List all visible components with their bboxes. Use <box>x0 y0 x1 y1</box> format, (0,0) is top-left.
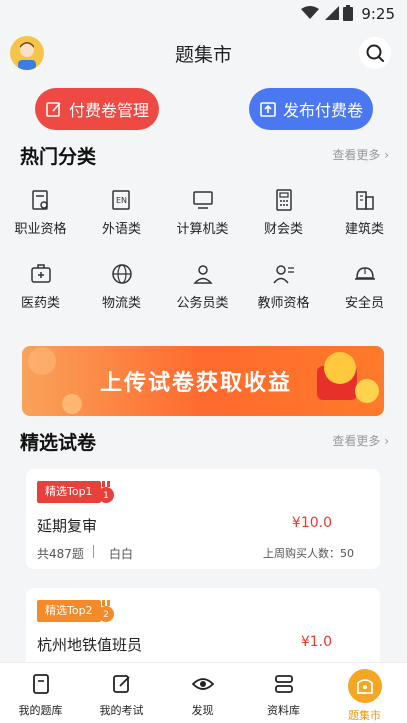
view-more-label: 查看更多 <box>332 148 381 162</box>
category-item[interactable]: 财会类 <box>243 188 324 244</box>
category-item[interactable]: 建筑类 <box>324 188 405 244</box>
app-header: 题集市 <box>0 28 407 78</box>
category-item[interactable]: 安全员 <box>324 262 405 318</box>
paper-card[interactable]: 精选Top2 2 杭州地铁值班员 ¥1.0 <box>26 588 380 668</box>
category-label: 教师资格 <box>257 296 310 311</box>
market-icon-bg <box>348 669 382 703</box>
tab-label: 发现 <box>191 704 214 717</box>
manage-label: 付费卷管理 <box>68 101 149 120</box>
book-icon <box>32 674 49 694</box>
category-label: 计算机类 <box>176 222 229 237</box>
market-icon <box>357 679 373 694</box>
category-label: 财会类 <box>263 222 303 237</box>
category-item[interactable]: 计算机类 <box>162 188 243 244</box>
category-item[interactable]: EN 外语类 <box>81 188 162 244</box>
eye-icon <box>191 678 214 690</box>
category-label: 公务员类 <box>176 296 229 311</box>
certificate-icon <box>31 190 48 210</box>
category-label: 职业资格 <box>14 222 67 237</box>
section-title: 精选试卷 <box>20 432 97 454</box>
clock: 9:25 <box>361 5 395 23</box>
category-label: 物流类 <box>101 296 141 311</box>
medal-icon: 1 <box>98 481 114 503</box>
signal-icon <box>325 6 339 20</box>
paper-price: ¥10.0 <box>291 515 332 531</box>
svg-text:EN: EN <box>116 196 127 205</box>
category-item[interactable]: 教师资格 <box>243 262 324 318</box>
section-title: 热门分类 <box>20 146 97 168</box>
tab-library[interactable]: 资料库 <box>243 663 324 723</box>
calculator-icon <box>275 189 292 211</box>
category-item[interactable]: 公务员类 <box>162 262 243 318</box>
tab-label: 我的考试 <box>99 704 144 717</box>
monitor-icon <box>192 191 213 209</box>
promo-banner[interactable]: 上传试卷获取收益 <box>22 346 384 416</box>
en-book-icon: EN <box>111 190 130 210</box>
helmet-icon <box>354 267 375 280</box>
status-bar: 9:25 <box>0 0 407 28</box>
bottom-tab-bar: 我的题库 我的考试 发现 资料库 题集市 <box>0 662 407 723</box>
person-badge-icon <box>192 265 213 284</box>
category-item[interactable]: 职业资格 <box>0 188 81 244</box>
paper-card[interactable]: 精选Top1 1 延期复审 ¥10.0 共487题 白白 上周购买人数：50 <box>26 469 380 569</box>
view-more-link[interactable]: 查看更多 › <box>332 146 389 163</box>
category-label: 医药类 <box>20 296 60 311</box>
view-more-label: 查看更多 <box>332 434 381 448</box>
teacher-icon <box>272 265 294 284</box>
featured-header: 精选试卷 查看更多 › <box>20 428 389 454</box>
search-icon <box>366 44 384 62</box>
tab-market[interactable]: 题集市 <box>324 663 405 723</box>
category-label: 建筑类 <box>344 222 384 237</box>
paper-name: 延期复审 <box>37 517 98 535</box>
globe-icon <box>111 264 132 284</box>
tab-discover[interactable]: 发现 <box>162 663 243 723</box>
tab-label: 我的题库 <box>18 704 63 717</box>
medicine-icon <box>30 264 51 283</box>
buyers-count: 上周购买人数：50 <box>263 547 354 560</box>
publish-label: 发布付费卷 <box>282 101 363 120</box>
archive-icon <box>274 675 293 693</box>
tab-label: 题集市 <box>348 709 381 722</box>
banner-text: 上传试卷获取收益 <box>100 371 293 396</box>
upload-icon <box>260 102 276 117</box>
svg-text:1: 1 <box>103 491 109 501</box>
hot-categories-header: 热门分类 查看更多 › <box>20 142 389 168</box>
category-item[interactable]: 物流类 <box>81 262 162 318</box>
manage-paid-paper-button[interactable]: 付费卷管理 <box>35 88 159 130</box>
tab-my-bank[interactable]: 我的题库 <box>0 663 81 723</box>
building-icon <box>355 191 374 210</box>
search-button[interactable] <box>359 37 391 69</box>
edit-icon <box>46 102 61 117</box>
action-buttons: 付费卷管理 发布付费卷 <box>0 88 407 130</box>
question-count: 共487题 <box>37 547 84 561</box>
category-label: 外语类 <box>101 222 141 237</box>
rank-tag: 精选Top1 <box>37 481 101 503</box>
svg-text:2: 2 <box>103 610 109 620</box>
publish-paid-paper-button[interactable]: 发布付费卷 <box>249 88 373 130</box>
paper-price: ¥1.0 <box>300 634 332 650</box>
view-more-link[interactable]: 查看更多 › <box>332 432 389 449</box>
page-title: 题集市 <box>174 44 232 66</box>
author-name: 白白 <box>109 547 134 561</box>
divider <box>93 545 94 558</box>
medal-icon: 2 <box>98 600 114 622</box>
edit-icon <box>112 675 130 693</box>
category-label: 安全员 <box>344 296 384 311</box>
category-item[interactable]: 医药类 <box>0 262 81 318</box>
battery-icon <box>343 5 353 21</box>
tab-label: 资料库 <box>267 704 300 717</box>
wifi-icon <box>301 6 319 19</box>
tab-my-exams[interactable]: 我的考试 <box>81 663 162 723</box>
rank-tag: 精选Top2 <box>37 600 101 622</box>
paper-name: 杭州地铁值班员 <box>37 636 143 654</box>
